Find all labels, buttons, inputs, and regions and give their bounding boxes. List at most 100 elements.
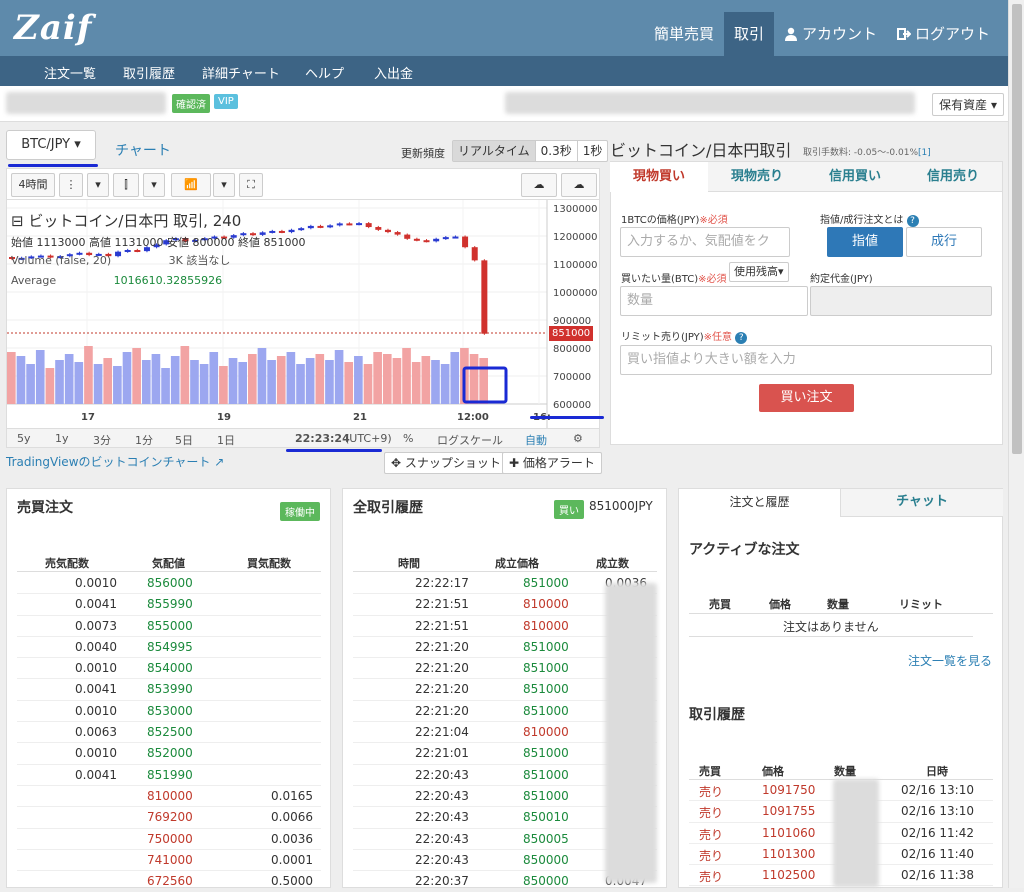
- orderbook-row[interactable]: 741000 0.0001: [17, 850, 321, 872]
- orderbook-row[interactable]: 0.0040 854995: [17, 637, 321, 659]
- price-chart[interactable]: 1300000 1200000 1100000 1000000 900000 800000…: [6, 200, 600, 428]
- pair-selector[interactable]: BTC/JPY ▾: [6, 130, 96, 160]
- indicators-icon[interactable]: 📶: [171, 173, 211, 197]
- range-1y[interactable]: 1y: [55, 432, 69, 445]
- history-title: 取引履歴: [689, 707, 745, 723]
- ask-size: 0.0041: [75, 597, 117, 612]
- orderbook-row[interactable]: 0.0010 853000: [17, 701, 321, 723]
- tab-spot-buy[interactable]: 現物買い: [610, 162, 708, 192]
- orderbook-row[interactable]: 0.0041 855990: [17, 594, 321, 616]
- quote-price: 853000: [147, 703, 193, 718]
- orderbook-row[interactable]: 0.0010 854000: [17, 658, 321, 680]
- range-5d[interactable]: 5日: [175, 432, 193, 448]
- subnav-chart[interactable]: 詳細チャート: [202, 63, 280, 82]
- refresh-03s[interactable]: 0.3秒: [534, 141, 577, 161]
- vip-badge: VIP: [214, 94, 238, 109]
- highlight-underline: [8, 164, 98, 167]
- history-price: 1101060: [762, 825, 816, 840]
- trade-price: 851000: [523, 788, 569, 803]
- help-icon-2[interactable]: ?: [735, 332, 748, 344]
- price-alert-button[interactable]: ✚ 価格アラート: [502, 452, 602, 474]
- subnav-history[interactable]: 取引履歴: [123, 63, 175, 82]
- tab-margin-buy[interactable]: 信用買い: [806, 162, 904, 192]
- refresh-realtime[interactable]: リアルタイム: [453, 141, 535, 161]
- nav-trade[interactable]: 取引: [723, 12, 774, 56]
- orderbook-row[interactable]: 672560 0.5000: [17, 871, 321, 892]
- ask-size: 0.0063: [75, 725, 117, 740]
- settings-icon[interactable]: ⚙: [573, 432, 583, 445]
- col-exec-size: 成立数: [596, 557, 629, 570]
- snapshot-button[interactable]: ✥ スナップショット: [384, 452, 508, 474]
- chart-link[interactable]: チャート: [115, 140, 171, 160]
- tradingview-link[interactable]: TradingViewのビットコインチャート ↗: [6, 453, 224, 470]
- price-input[interactable]: 入力するか、気配値をク: [620, 227, 790, 257]
- col-price: 価格: [769, 598, 791, 611]
- orderbook-row[interactable]: 0.0010 856000: [17, 573, 321, 595]
- col-exec-price: 成立価格: [495, 557, 539, 570]
- buy-order-button[interactable]: 買い注文: [759, 384, 854, 412]
- volume-bar: [228, 358, 238, 404]
- range-5y[interactable]: 5y: [17, 432, 31, 445]
- available-balance-button[interactable]: 使用残高▾: [729, 262, 789, 282]
- volume-bar: [440, 364, 450, 404]
- log-scale-toggle[interactable]: ログスケール: [437, 432, 503, 448]
- tab-orders-history[interactable]: 注文と履歴: [679, 489, 841, 517]
- tab-margin-sell[interactable]: 信用売り: [904, 162, 1002, 192]
- col-hist-side: 売買: [699, 765, 721, 778]
- orderbook-row[interactable]: 810000 0.0165: [17, 786, 321, 808]
- orderbook-row[interactable]: 0.0063 852500: [17, 722, 321, 744]
- orderbook-row[interactable]: 750000 0.0036: [17, 829, 321, 850]
- assets-dropdown[interactable]: 保有資産 ▾: [932, 93, 1004, 116]
- volume-bar: [103, 358, 113, 404]
- y-tick-label: 700000: [553, 372, 591, 383]
- scrollbar-thumb[interactable]: [1012, 4, 1022, 454]
- col-amount: 数量: [827, 598, 849, 611]
- orderbook-row[interactable]: 0.0041 851990: [17, 765, 321, 786]
- interval-dropdown-icon[interactable]: ▾: [87, 173, 109, 197]
- orderbook-row[interactable]: 0.0041 853990: [17, 679, 321, 701]
- cloud-upload-icon[interactable]: ☁: [561, 173, 597, 197]
- nav-account[interactable]: アカウント: [774, 12, 887, 56]
- limit-sell-input[interactable]: 買い指値より大きい額を入力: [620, 345, 992, 375]
- zaif-logo[interactable]: Zaif: [14, 8, 92, 48]
- nav-easy-trade[interactable]: 簡単売買: [644, 12, 724, 56]
- current-price-tag: 851000: [549, 326, 593, 341]
- subnav-deposit[interactable]: 入出金: [374, 63, 413, 82]
- ask-size: 0.0010: [75, 661, 117, 676]
- range-1d[interactable]: 1日: [217, 432, 235, 448]
- range-1min[interactable]: 1分: [135, 432, 153, 448]
- range-3min[interactable]: 3分: [93, 432, 111, 448]
- y-tick-label: 1300000: [553, 204, 598, 215]
- auto-scale-toggle[interactable]: 自動: [525, 432, 547, 448]
- subnav-orders[interactable]: 注文一覧: [44, 63, 96, 82]
- orderbook-row[interactable]: 0.0073 855000: [17, 616, 321, 637]
- fullscreen-icon[interactable]: ⛶: [239, 173, 263, 197]
- bid-size: 0.5000: [271, 874, 313, 889]
- tab-spot-sell[interactable]: 現物売り: [708, 162, 806, 192]
- candle-type-icon[interactable]: ⫿: [113, 173, 139, 197]
- tab-chat[interactable]: チャット: [841, 489, 1003, 517]
- more-icon[interactable]: ⋮: [59, 173, 83, 197]
- history-price: 1102500: [762, 868, 816, 883]
- logout-icon: [896, 28, 911, 40]
- limit-order-button[interactable]: 指値: [827, 227, 903, 257]
- trade-price: 850005: [523, 831, 569, 846]
- candle: [307, 225, 314, 229]
- market-order-button[interactable]: 成行: [906, 227, 982, 257]
- interval-select[interactable]: 4時間: [11, 173, 55, 197]
- nav-logout[interactable]: ログアウト: [887, 12, 1000, 56]
- percent-toggle[interactable]: %: [403, 432, 413, 445]
- orderbook-row[interactable]: 0.0010 852000: [17, 743, 321, 765]
- chart-type-dropdown-icon[interactable]: ▾: [143, 173, 165, 197]
- subnav-help[interactable]: ヘルプ: [305, 63, 344, 82]
- cloud-download-icon[interactable]: ☁: [521, 173, 557, 197]
- indicators-dropdown-icon[interactable]: ▾: [213, 173, 235, 197]
- volume-bar: [93, 364, 103, 404]
- orderbook-row[interactable]: 769200 0.0066: [17, 807, 321, 829]
- chart-range-bar: 5y 1y 3分 1分 5日 1日 22:23:24 (UTC+9) % ログス…: [6, 428, 600, 448]
- amount-input[interactable]: 数量: [620, 286, 808, 316]
- refresh-1s[interactable]: 1秒: [576, 141, 608, 161]
- view-all-orders-link[interactable]: 注文一覧を見る: [908, 652, 992, 669]
- help-icon[interactable]: ?: [906, 215, 919, 227]
- page-scrollbar[interactable]: [1008, 0, 1024, 888]
